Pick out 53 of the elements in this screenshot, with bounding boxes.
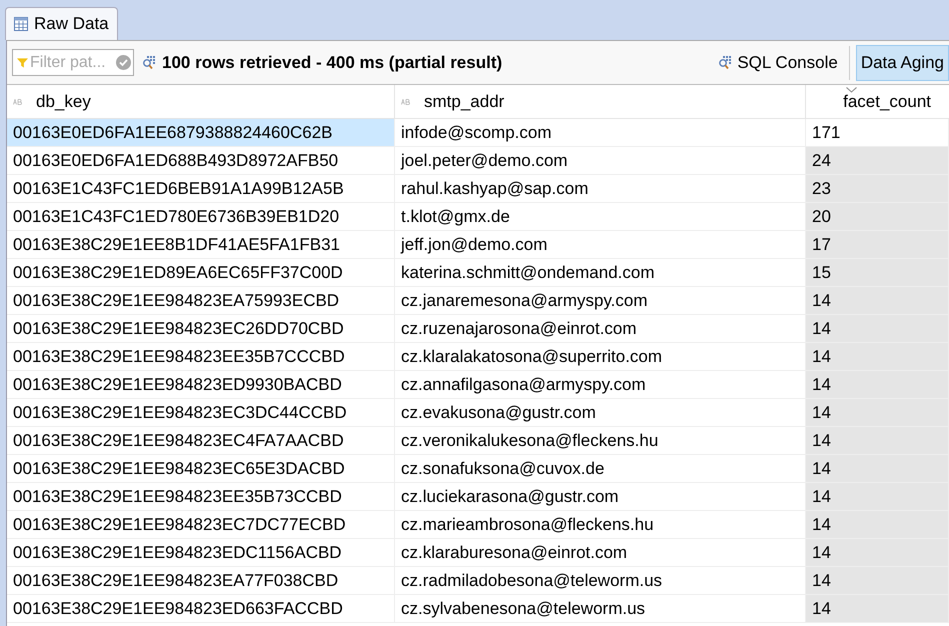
table-cell: 14 bbox=[806, 595, 949, 622]
table-cell: 00163E38C29E1EE8B1DF41AE5FA1FB31 bbox=[7, 231, 395, 258]
table-cell: 14 bbox=[806, 343, 949, 370]
table-cell: 14 bbox=[806, 511, 949, 538]
table-cell: 17 bbox=[806, 231, 949, 258]
table-cell: 14 bbox=[806, 567, 949, 594]
table-cell: 00163E38C29E1EE984823EC3DC44CCBD bbox=[7, 399, 395, 426]
table-cell: 00163E38C29E1EE984823EA77F038CBD bbox=[7, 567, 395, 594]
funnel-icon bbox=[17, 56, 28, 68]
table-cell: 00163E38C29E1EE984823ED9930BACBD bbox=[7, 371, 395, 398]
table-cell: 14 bbox=[806, 371, 949, 398]
column-header[interactable]: facet_count bbox=[806, 85, 949, 118]
table-cell: 14 bbox=[806, 427, 949, 454]
table-cell: 00163E0ED6FA1ED688B493D8972AFB50 bbox=[7, 147, 395, 174]
table-cell: infode@scomp.com bbox=[395, 119, 806, 146]
table-cell: 00163E38C29E1ED89EA6EC65FF37C00D bbox=[7, 259, 395, 286]
sort-icon bbox=[846, 87, 857, 93]
query-icon bbox=[718, 56, 732, 70]
table-cell: 23 bbox=[806, 175, 949, 202]
sql-console-button[interactable]: SQL Console bbox=[713, 44, 843, 80]
table-cell: 00163E1C43FC1ED6BEB91A1A99B12A5B bbox=[7, 175, 395, 202]
table-cell: 00163E38C29E1EE984823EA75993ECBD bbox=[7, 287, 395, 314]
table-cell: 24 bbox=[806, 147, 949, 174]
table-icon bbox=[14, 17, 28, 31]
table-cell: 14 bbox=[806, 483, 949, 510]
data-aging-button[interactable]: Data Aging bbox=[856, 44, 949, 80]
table-cell: 14 bbox=[806, 315, 949, 342]
table-cell: 00163E0ED6FA1EE6879388824460C62B bbox=[7, 119, 395, 146]
table-cell: 15 bbox=[806, 259, 949, 286]
filter-field[interactable]: Filter pat... bbox=[12, 49, 134, 76]
text-type-icon bbox=[13, 98, 22, 104]
table-cell: 14 bbox=[806, 399, 949, 426]
table-cell: 171 bbox=[806, 119, 949, 146]
query-icon bbox=[142, 56, 156, 70]
table-cell: 00163E38C29E1EE984823EDC1156ACBD bbox=[7, 539, 395, 566]
table-cell: 00163E1C43FC1ED780E6736B39EB1D20 bbox=[7, 203, 395, 230]
view-tab[interactable]: Raw Data bbox=[5, 7, 118, 40]
clear-icon[interactable] bbox=[116, 55, 131, 70]
table-cell: 00163E38C29E1EE984823EC65E3DACBD bbox=[7, 455, 395, 482]
status-text: 100 rows retrieved - 400 ms (partial result) bbox=[162, 52, 502, 72]
column-header[interactable]: smtp_addr bbox=[395, 85, 806, 118]
table-cell: 00163E38C29E1EE984823EE35B7CCCBD bbox=[7, 343, 395, 370]
table-cell: 00163E38C29E1EE984823EC26DD70CBD bbox=[7, 315, 395, 342]
table-cell: 00163E38C29E1EE984823EE35B73CCBD bbox=[7, 483, 395, 510]
table-cell: 00163E38C29E1EE984823ED663FACCBD bbox=[7, 595, 395, 622]
table-cell: 14 bbox=[806, 455, 949, 482]
column-header[interactable]: db_key bbox=[7, 85, 395, 118]
table-cell: 20 bbox=[806, 203, 949, 230]
table-cell: 14 bbox=[806, 539, 949, 566]
table-cell: 00163E38C29E1EE984823EC7DC77ECBD bbox=[7, 511, 395, 538]
table-cell: 00163E38C29E1EE984823EC4FA7AACBD bbox=[7, 427, 395, 454]
text-type-icon bbox=[401, 98, 410, 104]
table-cell: 14 bbox=[806, 287, 949, 314]
